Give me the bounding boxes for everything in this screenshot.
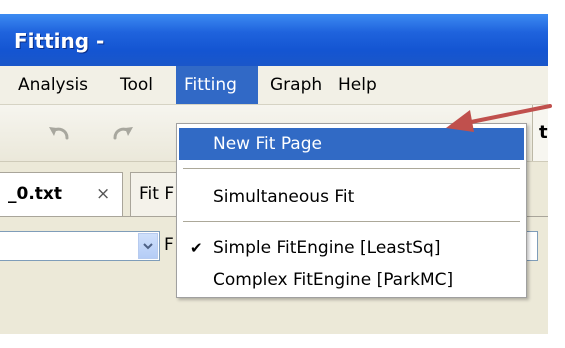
undo-icon: [49, 127, 69, 140]
checkmark-icon: ✔: [190, 239, 203, 257]
redo-button[interactable]: [106, 119, 140, 147]
menu-graph[interactable]: Graph: [262, 66, 330, 104]
application-window: Fitting - Analysis Tool Fitting Graph He…: [0, 14, 548, 334]
data-combo-box[interactable]: [0, 231, 160, 261]
redo-icon: [113, 127, 133, 140]
menu-fitting[interactable]: Fitting: [176, 66, 258, 104]
window-title: Fitting -: [14, 29, 105, 53]
chevron-down-icon: [143, 243, 153, 250]
tab-label: _0.txt: [8, 184, 63, 204]
tab-active-data[interactable]: _0.txt ×: [0, 172, 123, 216]
menu-bar: Analysis Tool Fitting Graph Help: [0, 66, 548, 105]
menu-item-simultaneous-fit[interactable]: Simultaneous Fit: [179, 181, 524, 213]
title-bar[interactable]: Fitting -: [0, 14, 548, 66]
menu-separator: [183, 168, 520, 169]
undo-button[interactable]: [42, 119, 76, 147]
menu-item-label: Simple FitEngine [LeastSq]: [213, 238, 441, 258]
menu-item-new-fit-page[interactable]: New Fit Page: [179, 128, 524, 160]
tab-label: Fit F: [139, 184, 175, 204]
menu-tool[interactable]: Tool: [112, 66, 161, 104]
menu-separator: [183, 221, 520, 222]
close-icon[interactable]: ×: [96, 173, 110, 215]
toolbar-right-fragment: t: [532, 105, 548, 161]
fitting-dropdown-menu: New Fit Page Simultaneous Fit ✔ Simple F…: [176, 123, 527, 298]
menu-help[interactable]: Help: [330, 66, 385, 104]
field-label-fragment: F: [164, 235, 174, 255]
menu-item-complex-fitengine[interactable]: Complex FitEngine [ParkMC]: [179, 264, 524, 296]
combo-dropdown-button[interactable]: [138, 233, 158, 259]
menu-item-simple-fitengine[interactable]: ✔ Simple FitEngine [LeastSq]: [179, 232, 524, 264]
menu-analysis[interactable]: Analysis: [10, 66, 96, 104]
